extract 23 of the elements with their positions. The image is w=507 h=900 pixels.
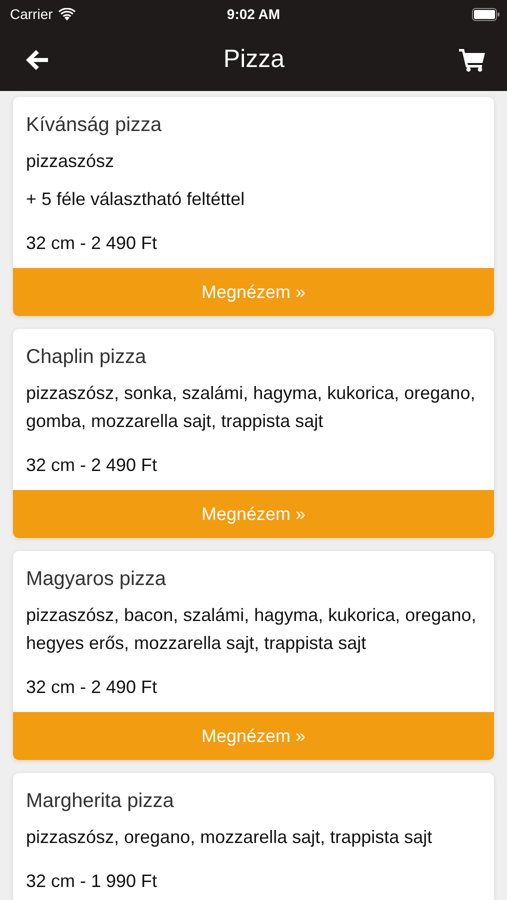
view-button[interactable]: Megnézem »: [13, 712, 494, 760]
view-button[interactable]: Megnézem »: [13, 490, 494, 538]
product-description: pizzaszósz, oregano, mozzarella sajt, trappista sajt: [26, 826, 434, 849]
product-price: 32 cm - 2 490 Ft: [26, 454, 158, 477]
product-description: + 5 féle választható feltéttel: [26, 188, 246, 211]
wifi-icon: [58, 8, 76, 20]
product-price: 32 cm - 1 990 Ft: [26, 870, 158, 893]
clock-time: 9:02 AM: [226, 6, 280, 22]
product-description: pizzaszósz, bacon, szalámi, hagyma, kukorica, oregano, hegyes erős, mozzarella sajt, trappista sajt: [26, 604, 478, 655]
product-description: pizzaszósz, sonka, szalámi, hagyma, kukorica, oregano, gomba, mozzarella sajt, trappista sajt: [26, 382, 476, 433]
product-name: Kívánság pizza: [26, 113, 163, 138]
battery-icon: [472, 8, 500, 20]
back-arrow-icon: [25, 48, 49, 70]
cart-icon: [458, 48, 485, 72]
product-name: Chaplin pizza: [26, 345, 148, 370]
product-description: pizzaszósz: [26, 150, 116, 173]
product-name: Margherita pizza: [26, 789, 175, 814]
product-price: 32 cm - 2 490 Ft: [26, 676, 158, 699]
product-price: 32 cm - 2 490 Ft: [26, 232, 158, 255]
view-button[interactable]: Megnézem »: [13, 268, 494, 316]
product-name: Magyaros pizza: [26, 567, 168, 592]
carrier-label: Carrier: [10, 6, 53, 22]
page-title: Pizza: [223, 45, 285, 74]
